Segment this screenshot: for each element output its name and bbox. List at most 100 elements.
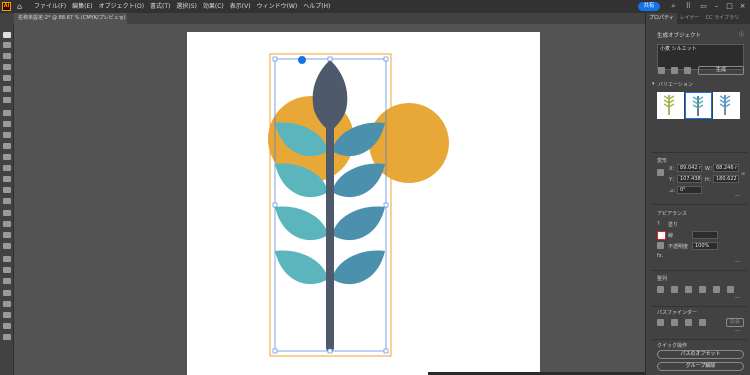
handle-tl[interactable] <box>272 56 278 62</box>
align-right-icon[interactable] <box>685 286 692 293</box>
intersect-icon[interactable] <box>685 319 692 326</box>
grid-icon[interactable]: ⠿ <box>684 2 693 11</box>
menu-object[interactable]: オブジェクト(O) <box>99 0 144 13</box>
ungroup-button[interactable]: グループ解除 <box>657 362 744 371</box>
screen-mode-icon[interactable] <box>3 323 11 329</box>
handle-ml[interactable] <box>272 202 278 208</box>
align-vcenter-icon[interactable] <box>713 286 720 293</box>
unite-icon[interactable] <box>657 319 664 326</box>
h-field[interactable]: 180.622 <box>713 175 739 183</box>
regenerate-badge-icon[interactable] <box>298 56 306 64</box>
scale-tool-icon[interactable] <box>3 165 11 171</box>
curvature-tool-icon[interactable] <box>3 121 11 127</box>
gradient-tool-icon[interactable] <box>3 256 11 262</box>
handle-mr[interactable] <box>383 202 389 208</box>
menu-file[interactable]: ファイル(F) <box>34 0 66 13</box>
generate-button[interactable]: 生成 <box>698 66 744 75</box>
style-reference-icon[interactable] <box>658 67 665 74</box>
variation-thumb-3[interactable] <box>713 92 740 119</box>
x-field[interactable]: 89.042 r <box>677 164 702 172</box>
type-tool-icon[interactable] <box>3 210 11 216</box>
maximize-icon[interactable]: □ <box>725 2 734 11</box>
stroke-weight-field[interactable] <box>692 231 718 239</box>
ellipse-tool-icon[interactable] <box>3 75 11 81</box>
artwork[interactable] <box>14 24 645 375</box>
document-tab[interactable]: 名称未設定-2* @ 88.67 % (CMYK/プレビュー) × <box>14 13 127 24</box>
menu-select[interactable]: 選択(S) <box>176 0 197 13</box>
minimize-icon[interactable]: – <box>712 2 721 11</box>
rotate-tool-icon[interactable] <box>3 154 11 160</box>
tab-cc-libraries[interactable]: CC ライブラリ <box>703 13 743 24</box>
align-top-icon[interactable] <box>699 286 706 293</box>
menu-help[interactable]: ヘルプ(H) <box>303 0 330 13</box>
offset-path-button[interactable]: パスのオフセット <box>657 350 744 359</box>
width-tool-icon[interactable] <box>3 176 11 182</box>
search-icon[interactable]: ⌕ <box>669 2 678 11</box>
info-icon[interactable]: ⓘ <box>739 31 744 38</box>
rectangle-tool-icon[interactable] <box>3 64 11 70</box>
question-icon[interactable]: ? <box>657 221 660 227</box>
leaf-right-4[interactable] <box>332 250 385 285</box>
align-hcenter-icon[interactable] <box>671 286 678 293</box>
blend-tool-icon[interactable] <box>3 243 11 249</box>
tab-layers[interactable]: レイヤー <box>677 13 703 24</box>
fx-icon[interactable]: fx. <box>657 253 663 259</box>
ellipsis-icon[interactable]: ··· <box>735 295 741 302</box>
reference-point-icon[interactable] <box>657 169 664 176</box>
minus-front-icon[interactable] <box>671 319 678 326</box>
settings-gear-icon[interactable] <box>684 67 691 74</box>
pencil-tool-icon[interactable] <box>3 132 11 138</box>
canvas-area[interactable] <box>14 24 645 375</box>
color-settings-icon[interactable] <box>671 67 678 74</box>
home-icon[interactable]: ⌂ <box>15 2 24 11</box>
angle-field[interactable]: 0° <box>677 186 702 194</box>
variation-thumb-2[interactable] <box>685 92 712 119</box>
ellipsis-icon[interactable]: ··· <box>735 259 741 266</box>
y-field[interactable]: 107.438 <box>677 175 702 183</box>
align-left-icon[interactable] <box>657 286 664 293</box>
eyedropper-tool-icon[interactable] <box>3 278 11 284</box>
w-field[interactable]: 68.246 r <box>713 164 739 172</box>
fill-stroke-swatch-icon[interactable] <box>3 290 11 296</box>
window-icon[interactable]: ▭ <box>699 2 708 11</box>
menu-type[interactable]: 書式(T) <box>150 0 170 13</box>
close-tab-icon[interactable]: × <box>119 13 124 24</box>
menu-window[interactable]: ウィンドウ(W) <box>257 0 298 13</box>
stem[interactable] <box>326 119 334 351</box>
selection-tool-icon[interactable] <box>3 32 11 38</box>
draw-mode-icon[interactable] <box>3 312 11 318</box>
ellipsis-icon[interactable]: ··· <box>735 193 741 200</box>
tab-properties[interactable]: プロパティ <box>646 13 677 24</box>
share-button[interactable]: 共有 <box>638 2 660 11</box>
exclude-icon[interactable] <box>699 319 706 326</box>
handle-tc[interactable] <box>327 56 333 62</box>
handle-bl[interactable] <box>272 348 278 354</box>
variation-thumb-1[interactable] <box>657 92 684 119</box>
expand-button[interactable]: 拡張 <box>726 318 744 327</box>
eraser-tool-icon[interactable] <box>3 143 11 149</box>
opacity-field[interactable]: 100% <box>692 242 718 250</box>
mesh-tool-icon[interactable] <box>3 267 11 273</box>
leaf-left-4[interactable] <box>275 250 328 285</box>
shape-builder-tool-icon[interactable] <box>3 187 11 193</box>
direct-selection-tool-icon[interactable] <box>3 42 11 48</box>
ellipsis-icon[interactable]: ··· <box>735 328 741 335</box>
chevron-down-icon[interactable]: ▾ <box>652 81 655 87</box>
handle-tr[interactable] <box>383 56 389 62</box>
magic-wand-tool-icon[interactable] <box>3 53 11 59</box>
menu-edit[interactable]: 編集(E) <box>72 0 92 13</box>
stroke-swatch-icon[interactable] <box>657 231 666 240</box>
handle-bc[interactable] <box>327 348 333 354</box>
polygon-tool-icon[interactable] <box>3 86 11 92</box>
color-mode-icon[interactable] <box>3 301 11 307</box>
menu-view[interactable]: 表示(V) <box>230 0 251 13</box>
menu-effect[interactable]: 効果(C) <box>203 0 224 13</box>
pen-tool-icon[interactable] <box>3 110 11 116</box>
handle-br[interactable] <box>383 348 389 354</box>
hand-tool-icon[interactable] <box>3 232 11 238</box>
brush-tool-icon[interactable] <box>3 97 11 103</box>
edit-toolbar-icon[interactable] <box>3 334 11 340</box>
link-icon[interactable]: ∞ <box>741 171 745 177</box>
close-window-icon[interactable]: × <box>738 2 747 11</box>
align-bottom-icon[interactable] <box>727 286 734 293</box>
